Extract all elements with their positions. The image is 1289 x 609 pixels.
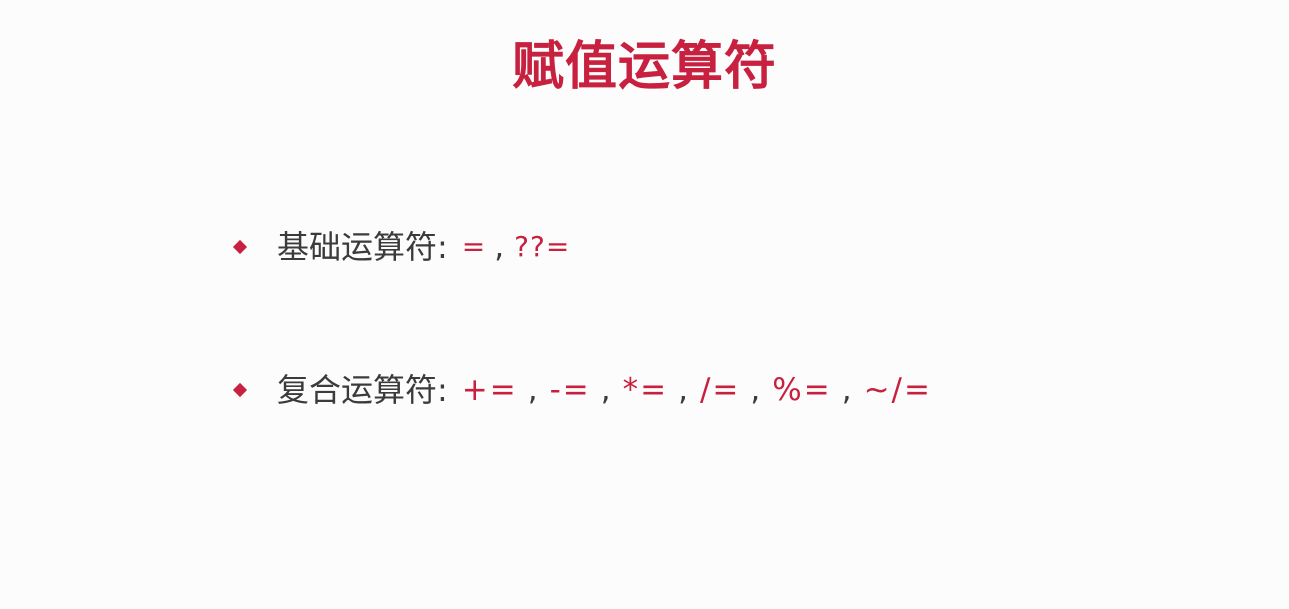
operator-separator: , xyxy=(841,372,852,408)
operator-separator: , xyxy=(600,372,611,408)
operator: %= xyxy=(772,372,832,408)
bullet-label: 复合运算符 xyxy=(277,371,438,409)
operator-separator: , xyxy=(494,229,505,265)
operator: /= xyxy=(699,372,741,408)
operator: *= xyxy=(622,372,669,408)
bullet-colon: : xyxy=(437,228,448,266)
operator: -= xyxy=(549,372,591,408)
bullet-basic-operators: 基础运算符 : = , ??= xyxy=(232,222,570,272)
operator: ??= xyxy=(514,230,571,263)
bullet-compound-operators: 复合运算符 : += , -= , *= , /= , %= , ~/= xyxy=(232,365,932,415)
operator-separator: , xyxy=(678,372,688,408)
diamond-bullet-icon xyxy=(232,382,248,398)
operator: ~/= xyxy=(863,372,932,408)
diamond-bullet-icon xyxy=(232,239,248,255)
operator-list: = , ??= xyxy=(462,222,571,272)
operator: = xyxy=(461,230,487,263)
operator-separator: , xyxy=(527,372,538,408)
operator-list: += , -= , *= , /= , %= , ~/= xyxy=(462,365,932,415)
bullet-label: 基础运算符 xyxy=(277,228,438,266)
operator-separator: , xyxy=(750,372,761,408)
operator: += xyxy=(461,372,518,408)
slide-title: 赋值运算符 xyxy=(511,37,777,97)
slide: 赋值运算符 基础运算符 : = , ??= 复合运算符 : += , -= , … xyxy=(0,0,1289,609)
bullet-colon: : xyxy=(437,371,448,409)
